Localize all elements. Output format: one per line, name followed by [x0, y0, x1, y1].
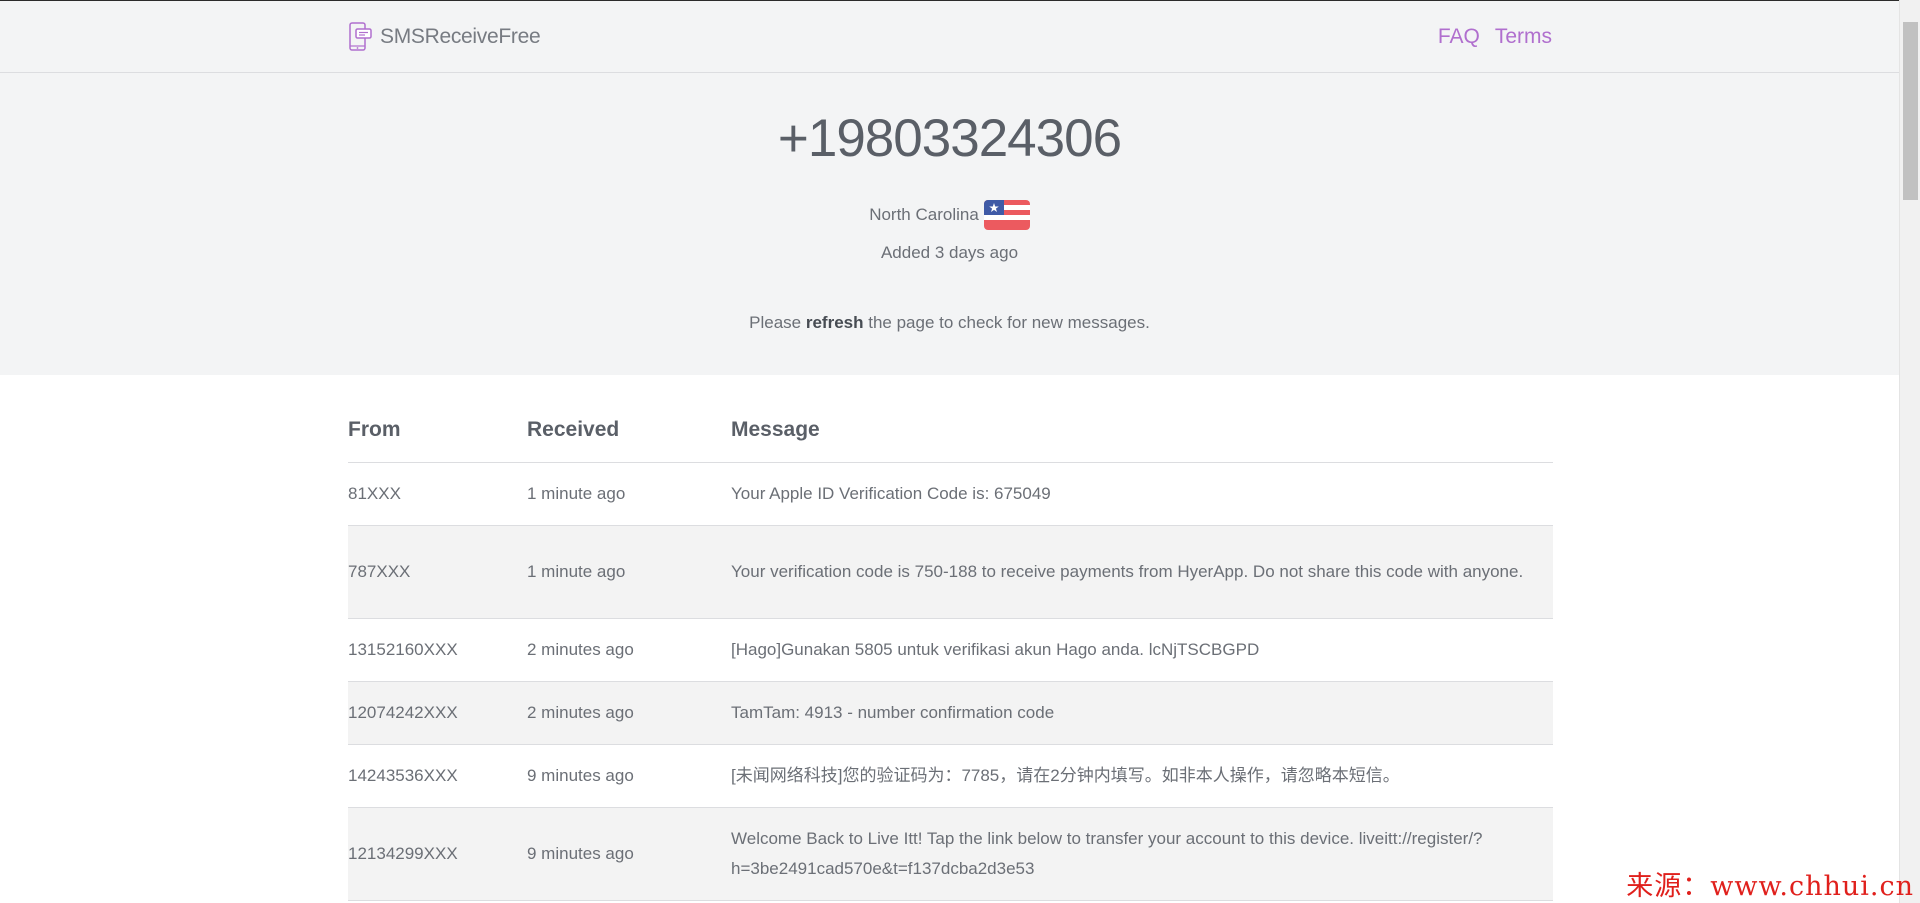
- refresh-keyword: refresh: [805, 313, 864, 332]
- cell-received: 2 minutes ago: [527, 703, 634, 722]
- cell-from: 12134299XXX: [348, 844, 458, 863]
- cell-message: [未闻网络科技]您的验证码为：7785，请在2分钟内填写。如非本人操作，请忽略本…: [731, 766, 1400, 785]
- messages-table: From Received Message 81XXX 1 minute ago…: [348, 376, 1553, 901]
- brand-name: SMSReceiveFree: [380, 25, 541, 48]
- location-line: North Carolina: [0, 200, 1899, 230]
- phone-message-icon: [348, 22, 374, 52]
- brand-link[interactable]: SMSReceiveFree: [348, 22, 541, 52]
- cell-from: 81XXX: [348, 484, 401, 503]
- table-row: 12134299XXX 9 minutes ago Welcome Back t…: [348, 808, 1553, 901]
- table-header: From Received Message: [348, 376, 1553, 463]
- nav-faq-link[interactable]: FAQ: [1438, 25, 1480, 49]
- nav-terms-link[interactable]: Terms: [1495, 25, 1552, 49]
- column-header-received: Received: [527, 418, 620, 441]
- scrollbar-thumb[interactable]: [1903, 22, 1918, 200]
- source-watermark: 来源：www.chhui.cn: [1626, 871, 1914, 902]
- cell-message: Your Apple ID Verification Code is: 6750…: [731, 484, 1051, 503]
- refresh-text-after: the page to check for new messages.: [863, 313, 1150, 332]
- cell-message: Welcome Back to Live Itt! Tap the link b…: [731, 829, 1483, 878]
- cell-from: 787XXX: [348, 562, 411, 581]
- phone-number: +19803324306: [777, 109, 1122, 168]
- table-row: 12074242XXX 2 minutes ago TamTam: 4913 -…: [348, 682, 1553, 745]
- table-row: 787XXX 1 minute ago Your verification co…: [348, 526, 1553, 619]
- cell-message: [Hago]Gunakan 5805 untuk verifikasi akun…: [731, 640, 1260, 659]
- cell-received: 9 minutes ago: [527, 766, 634, 785]
- us-flag-icon: [983, 200, 1030, 230]
- location-label: North Carolina: [869, 205, 979, 224]
- table-row: 14243536XXX 9 minutes ago [未闻网络科技]您的验证码为…: [348, 745, 1553, 808]
- cell-received: 1 minute ago: [527, 562, 626, 581]
- top-navbar: SMSReceiveFree FAQ Terms: [0, 1, 1899, 73]
- number-hero: +19803324306 North Carolina Added 3 days…: [0, 73, 1899, 375]
- table-row: 81XXX 1 minute ago Your Apple ID Verific…: [348, 463, 1553, 526]
- page: SMSReceiveFree FAQ Terms +19803324306 No…: [0, 0, 1899, 903]
- refresh-text-before: Please: [749, 313, 806, 332]
- main-nav: FAQ Terms: [1438, 25, 1552, 49]
- added-date: Added 3 days ago: [880, 243, 1019, 262]
- column-header-from: From: [348, 418, 401, 441]
- cell-received: 9 minutes ago: [527, 844, 634, 863]
- cell-from: 13152160XXX: [348, 640, 458, 659]
- table-row: 13152160XXX 2 minutes ago [Hago]Gunakan …: [348, 619, 1553, 682]
- cell-message: Your verification code is 750-188 to rec…: [731, 562, 1524, 581]
- cell-received: 2 minutes ago: [527, 640, 634, 659]
- cell-message: TamTam: 4913 - number confirmation code: [731, 703, 1055, 722]
- cell-from: 12074242XXX: [348, 703, 458, 722]
- refresh-notice: Please refresh the page to check for new…: [0, 313, 1899, 333]
- cell-from: 14243536XXX: [348, 766, 458, 785]
- column-header-message: Message: [731, 418, 820, 441]
- vertical-scrollbar[interactable]: [1899, 0, 1920, 903]
- cell-received: 1 minute ago: [527, 484, 626, 503]
